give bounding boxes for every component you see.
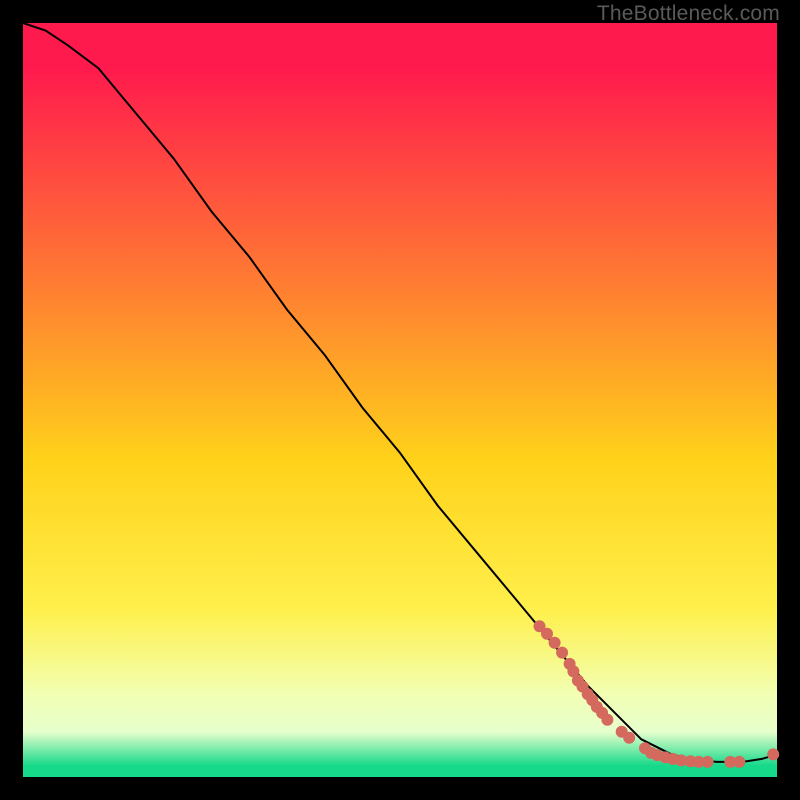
data-marker xyxy=(767,748,779,760)
curve-svg xyxy=(23,23,777,777)
data-marker xyxy=(549,637,561,649)
data-marker xyxy=(623,732,635,744)
data-marker xyxy=(601,714,613,726)
plot-area xyxy=(23,23,777,777)
chart-stage: TheBottleneck.com xyxy=(0,0,800,800)
data-marker xyxy=(556,647,568,659)
data-marker xyxy=(702,756,714,768)
data-marker xyxy=(733,756,745,768)
bottleneck-curve xyxy=(23,23,777,762)
